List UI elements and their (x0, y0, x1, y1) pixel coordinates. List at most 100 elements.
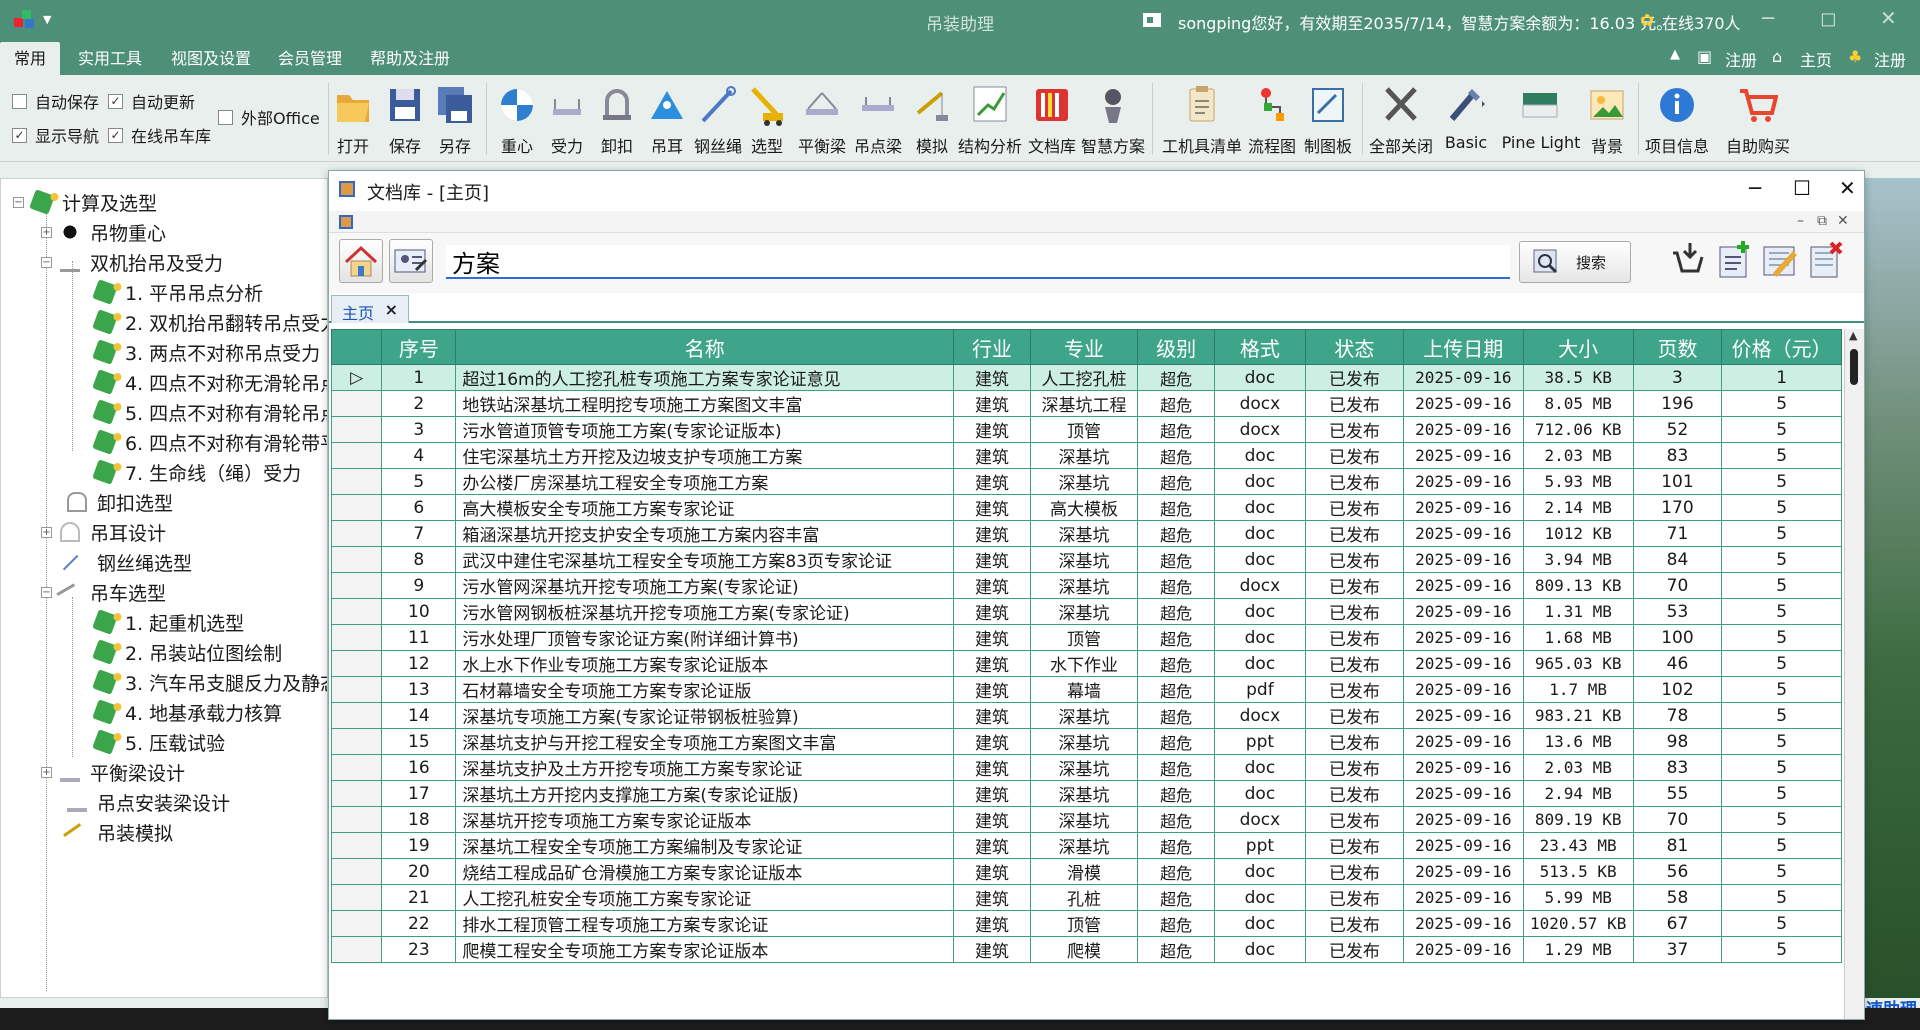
collapse-ribbon-icon[interactable]: ▲ (1670, 47, 1680, 62)
tree-node-crane-5[interactable]: 5. 压载试验 (92, 727, 225, 757)
window-close-button[interactable]: ✕ (1839, 176, 1856, 200)
tool-list-button[interactable]: 工机具清单 (1160, 83, 1244, 157)
mdi-minimize-button[interactable]: – (1797, 213, 1804, 229)
table-row[interactable]: 17 深基坑土方开挖内支撑施工方案(专家论证版) 建筑 深基坑 超危 doc 已发布 2025… (330, 780, 1842, 807)
row-selector[interactable] (330, 624, 383, 651)
document-library-button[interactable]: 文档库 (1026, 83, 1078, 157)
table-row[interactable]: 14 深基坑专项施工方案(专家论证带钢板桩验算) 建筑 深基坑 超危 docx 已发布 202… (330, 702, 1842, 729)
row-selector[interactable] (330, 520, 383, 547)
tree-node-crane-4[interactable]: 4. 地基承载力核算 (92, 697, 282, 727)
tree-node-lifting-point-beam[interactable]: 吊点安装梁设计 (67, 787, 230, 817)
auto-save-checkbox[interactable]: 自动保存 (12, 89, 99, 113)
row-selector[interactable] (330, 858, 383, 885)
table-row[interactable]: 12 水上水下作业专项施工方案专家论证版本 建筑 水下作业 超危 doc 已发布 2025-0… (330, 650, 1842, 677)
row-selector[interactable] (330, 754, 383, 781)
project-info-button[interactable]: 项目信息 (1644, 83, 1710, 157)
smart-plan-button[interactable]: 智慧方案 (1080, 83, 1146, 157)
tree-node-dual-crane[interactable]: − 双机抬吊及受力 (41, 247, 223, 277)
row-selector[interactable] (330, 936, 383, 963)
edit-doc-button[interactable] (1759, 239, 1803, 283)
tree-node-calc-selection[interactable]: − 计算及选型 (13, 187, 157, 217)
row-selector[interactable] (330, 884, 383, 911)
open-button[interactable]: 打开 (330, 83, 376, 157)
tree-node-2[interactable]: 2. 双机抬吊翻转吊点受力 (92, 307, 327, 337)
tree-node-simulation[interactable]: 吊装模拟 (63, 817, 173, 851)
structural-analysis-button[interactable]: 结构分析 (958, 83, 1022, 157)
force-button[interactable]: 受力 (544, 83, 590, 157)
row-selector[interactable] (330, 728, 383, 755)
home-link[interactable]: 主页 (1800, 47, 1832, 71)
lifting-lug-button[interactable]: 吊耳 (644, 83, 690, 157)
row-selector[interactable] (330, 702, 383, 729)
close-all-button[interactable]: 全部关闭 (1368, 83, 1434, 157)
table-row[interactable]: 15 深基坑支护与开挖工程安全专项施工方案图文丰富 建筑 深基坑 超危 ppt 已发布 202… (330, 728, 1842, 755)
column-header[interactable]: 名称 (455, 329, 955, 365)
user-docs-button[interactable] (389, 239, 433, 283)
show-nav-checkbox[interactable]: ✓ 显示导航 (12, 123, 99, 147)
signup-link[interactable]: 注册 (1874, 47, 1906, 71)
table-row[interactable]: 11 污水处理厂顶管专家论证方案(附详细计算书) 建筑 顶管 超危 doc 已发布 2025-… (330, 624, 1842, 651)
selection-button[interactable]: 选型 (744, 83, 790, 157)
table-row[interactable]: ▷ 1 超过16m的人工挖孔桩专项施工方案专家论证意见 建筑 人工挖孔桩 超危 doc 已发布… (330, 364, 1842, 391)
tree-node-wire-rope[interactable]: 钢丝绳选型 (62, 547, 192, 584)
maximize-button[interactable]: ◻ (1820, 6, 1837, 30)
row-selector[interactable] (330, 494, 383, 521)
mdi-restore-button[interactable]: ⧉ (1817, 213, 1827, 229)
tree-node-crane-2[interactable]: 2. 吊装站位图绘制 (92, 637, 282, 667)
row-selector[interactable] (330, 442, 383, 469)
row-selector[interactable] (330, 780, 383, 807)
tree-node-1[interactable]: 1. 平吊吊点分析 (92, 277, 263, 307)
tab-view-settings[interactable]: 视图及设置 (157, 42, 265, 75)
tab-home[interactable]: 主页 × (331, 295, 409, 323)
tree-node-crane-3[interactable]: 3. 汽车吊支腿反力及静态 (92, 667, 327, 697)
table-row[interactable]: 19 深基坑工程安全专项施工方案编制及专家论证 建筑 深基坑 超危 ppt 已发布 2025-… (330, 832, 1842, 859)
current-row-indicator-icon[interactable]: ▷ (330, 364, 383, 391)
tree-node-lifting-lug[interactable]: + 吊耳设计 (41, 517, 166, 547)
table-row[interactable]: 2 地铁站深基坑工程明挖专项施工方案图文丰富 建筑 深基坑工程 超危 docx 已发布 202… (330, 390, 1842, 417)
tree-node-6[interactable]: 6. 四点不对称有滑轮带平 (92, 427, 327, 457)
row-selector[interactable] (330, 572, 383, 599)
save-button[interactable]: 保存 (382, 83, 428, 157)
table-row[interactable]: 18 深基坑开挖专项施工方案专家论证版本 建筑 深基坑 超危 docx 已发布 2025-09… (330, 806, 1842, 833)
row-selector[interactable] (330, 598, 383, 625)
auto-update-checkbox[interactable]: ✓ 自动更新 (108, 89, 195, 113)
row-selector[interactable] (330, 832, 383, 859)
home-icon[interactable]: ⌂ (1772, 47, 1782, 66)
row-selector[interactable] (330, 468, 383, 495)
download-button[interactable] (1667, 239, 1711, 283)
scroll-thumb[interactable] (1850, 349, 1858, 385)
drawing-board-button[interactable]: 制图板 (1302, 83, 1354, 157)
column-header[interactable]: 专业 (1029, 329, 1139, 365)
table-row[interactable]: 22 排水工程顶管工程专项施工方案专家论证 建筑 顶管 超危 doc 已发布 2025-09-… (330, 910, 1842, 937)
simulation-button[interactable]: 模拟 (910, 83, 954, 157)
table-row[interactable]: 5 办公楼厂房深基坑工程安全专项施工方案 建筑 深基坑 超危 doc 已发布 2025-09-… (330, 468, 1842, 495)
scroll-up-icon[interactable]: ▲ (1849, 329, 1857, 342)
quick-access-dropdown-icon[interactable]: ▼ (43, 13, 51, 26)
theme-basic-button[interactable]: Basic (1438, 83, 1494, 157)
row-selector[interactable] (330, 390, 383, 417)
tree-node-center-of-gravity[interactable]: + 吊物重心 (41, 217, 166, 247)
table-row[interactable]: 23 爬模工程安全专项施工方案专家论证版本 建筑 爬模 超危 doc 已发布 2025-09-… (330, 936, 1842, 963)
tab-help-register[interactable]: 帮助及注册 (356, 42, 464, 75)
window-maximize-button[interactable]: ☐ (1793, 176, 1811, 200)
search-button[interactable]: 搜索 (1519, 241, 1631, 283)
tree-node-shackle[interactable]: 卸扣选型 (67, 487, 173, 517)
row-selector[interactable] (330, 650, 383, 677)
column-header[interactable]: 状态 (1304, 329, 1404, 365)
close-button[interactable]: ✕ (1880, 6, 1897, 30)
tree-node-crane-selection[interactable]: − 吊车选型 (41, 577, 166, 611)
table-row[interactable]: 3 污水管道顶管专项施工方案(专家论证版本) 建筑 顶管 超危 docx 已发布 2025-0… (330, 416, 1842, 443)
home-button[interactable] (339, 239, 383, 283)
row-selector[interactable] (330, 806, 383, 833)
row-selector[interactable] (330, 416, 383, 443)
register-icon[interactable]: ▣ (1697, 47, 1712, 66)
column-header[interactable]: 级别 (1137, 329, 1215, 365)
save-as-button[interactable]: 另存 (432, 83, 478, 157)
tree-node-crane-1[interactable]: 1. 起重机选型 (92, 607, 244, 637)
app-logo-icon[interactable] (14, 10, 36, 28)
table-row[interactable]: 16 深基坑支护及土方开挖专项施工方案专家论证 建筑 深基坑 超危 doc 已发布 2025-… (330, 754, 1842, 781)
online-crane-checkbox[interactable]: ✓ 在线吊车库 (108, 123, 211, 147)
table-row[interactable]: 21 人工挖孔桩安全专项施工方案专家论证 建筑 孔桩 超危 doc 已发布 2025-09-1… (330, 884, 1842, 911)
tab-tools[interactable]: 实用工具 (64, 42, 156, 75)
search-input[interactable] (446, 245, 1510, 279)
